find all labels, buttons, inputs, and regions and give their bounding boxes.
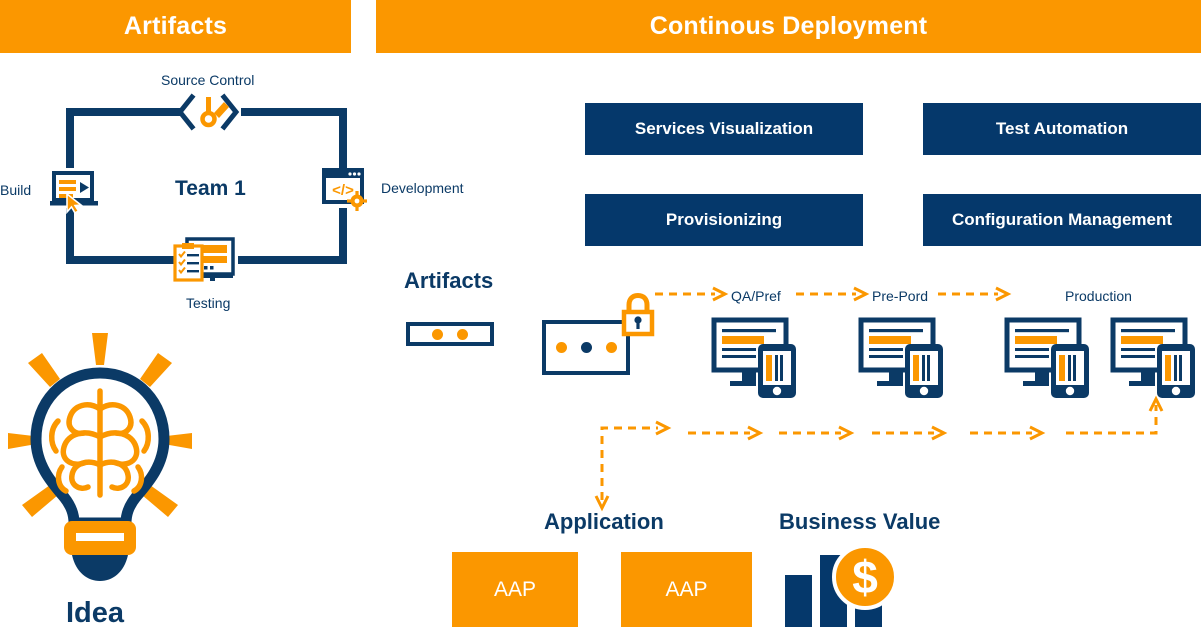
artifact-dot (605, 342, 617, 353)
cycle-label-build: Build (0, 182, 32, 198)
aap-box-2[interactable]: AAP (621, 552, 752, 627)
artifact-box-large (542, 320, 630, 375)
artifact-dot (457, 328, 468, 340)
monitor-phone-icon (711, 317, 804, 400)
cycle-edge-bottom-right (238, 256, 347, 264)
artifact-box-small (406, 322, 494, 346)
feedback-arrow-segment (872, 423, 950, 443)
build-icon (50, 171, 98, 215)
dollar-symbol: $ (852, 551, 878, 603)
feedback-arrow-segment (779, 423, 857, 443)
development-icon: </> (322, 168, 368, 214)
monitor-phone-icon (1004, 317, 1097, 400)
artifact-dot (580, 342, 592, 353)
header-continuous-deployment: Continous Deployment (376, 0, 1201, 53)
lock-icon (620, 292, 656, 337)
testing-icon (173, 237, 236, 283)
aap-label: AAP (493, 577, 537, 601)
cycle-edge-top-left (66, 108, 180, 116)
pipeline-arrow-to-qa (655, 284, 730, 304)
cycle-edge-right-upper (339, 108, 347, 168)
idea-block: Idea (0, 325, 210, 629)
pipeline-artifacts-label: Artifacts (404, 268, 494, 293)
application-label: Application (544, 509, 664, 534)
cycle-label-team: Team 1 (175, 177, 246, 200)
feedback-path-up-to-production (1066, 395, 1166, 443)
feedback-arrow-segment (970, 423, 1048, 443)
practice-card-configuration-management[interactable]: Configuration Management (923, 194, 1201, 246)
source-control-icon (176, 93, 240, 131)
cycle-edge-bottom-left (66, 256, 176, 264)
aap-box-1[interactable]: AAP (452, 552, 578, 627)
idea-label: Idea (66, 597, 125, 629)
monitor-phone-icon (1110, 317, 1201, 400)
header-artifacts: Artifacts (0, 0, 351, 53)
cycle-label-source-control: Source Control (161, 72, 255, 88)
cycle-edge-left-upper (66, 108, 74, 168)
artifact-dot (555, 342, 567, 353)
team-cycle-diagram: Source Control Build </> Development Tes… (0, 53, 464, 323)
bar-chart-dollar-icon: $ (783, 544, 908, 627)
practice-card-test-automation[interactable]: Test Automation (923, 103, 1201, 155)
pipeline-stage-label-production: Production (1065, 288, 1132, 304)
artifact-dot (432, 328, 443, 340)
svg-text:</>: </> (332, 182, 354, 199)
cycle-label-development: Development (381, 180, 464, 196)
cycle-label-testing: Testing (186, 295, 231, 311)
monitor-phone-icon (858, 317, 951, 400)
lightbulb-brain-icon (0, 325, 200, 585)
feedback-path-to-application (592, 418, 674, 512)
pipeline-arrow-to-prepord (796, 284, 871, 304)
feedback-arrow-segment (688, 423, 766, 443)
practice-card-provisionizing[interactable]: Provisionizing (585, 194, 863, 246)
practice-label: Test Automation (995, 119, 1129, 138)
practice-label: Provisionizing (665, 210, 783, 229)
practice-label: Services Visualization (634, 119, 814, 138)
pipeline-arrow-to-production (938, 284, 1013, 304)
header-artifacts-title: Artifacts (123, 12, 228, 40)
practice-label: Configuration Management (951, 210, 1173, 229)
aap-label: AAP (665, 577, 708, 601)
business-value-label: Business Value (779, 509, 941, 534)
header-continuous-deployment-title: Continous Deployment (649, 12, 928, 40)
practice-card-services-visualization[interactable]: Services Visualization (585, 103, 863, 155)
cycle-edge-top-right (241, 108, 347, 116)
pipeline-stage-label-qa-pref: QA/Pref (731, 288, 781, 304)
pipeline-stage-label-pre-pord: Pre-Pord (872, 288, 929, 304)
